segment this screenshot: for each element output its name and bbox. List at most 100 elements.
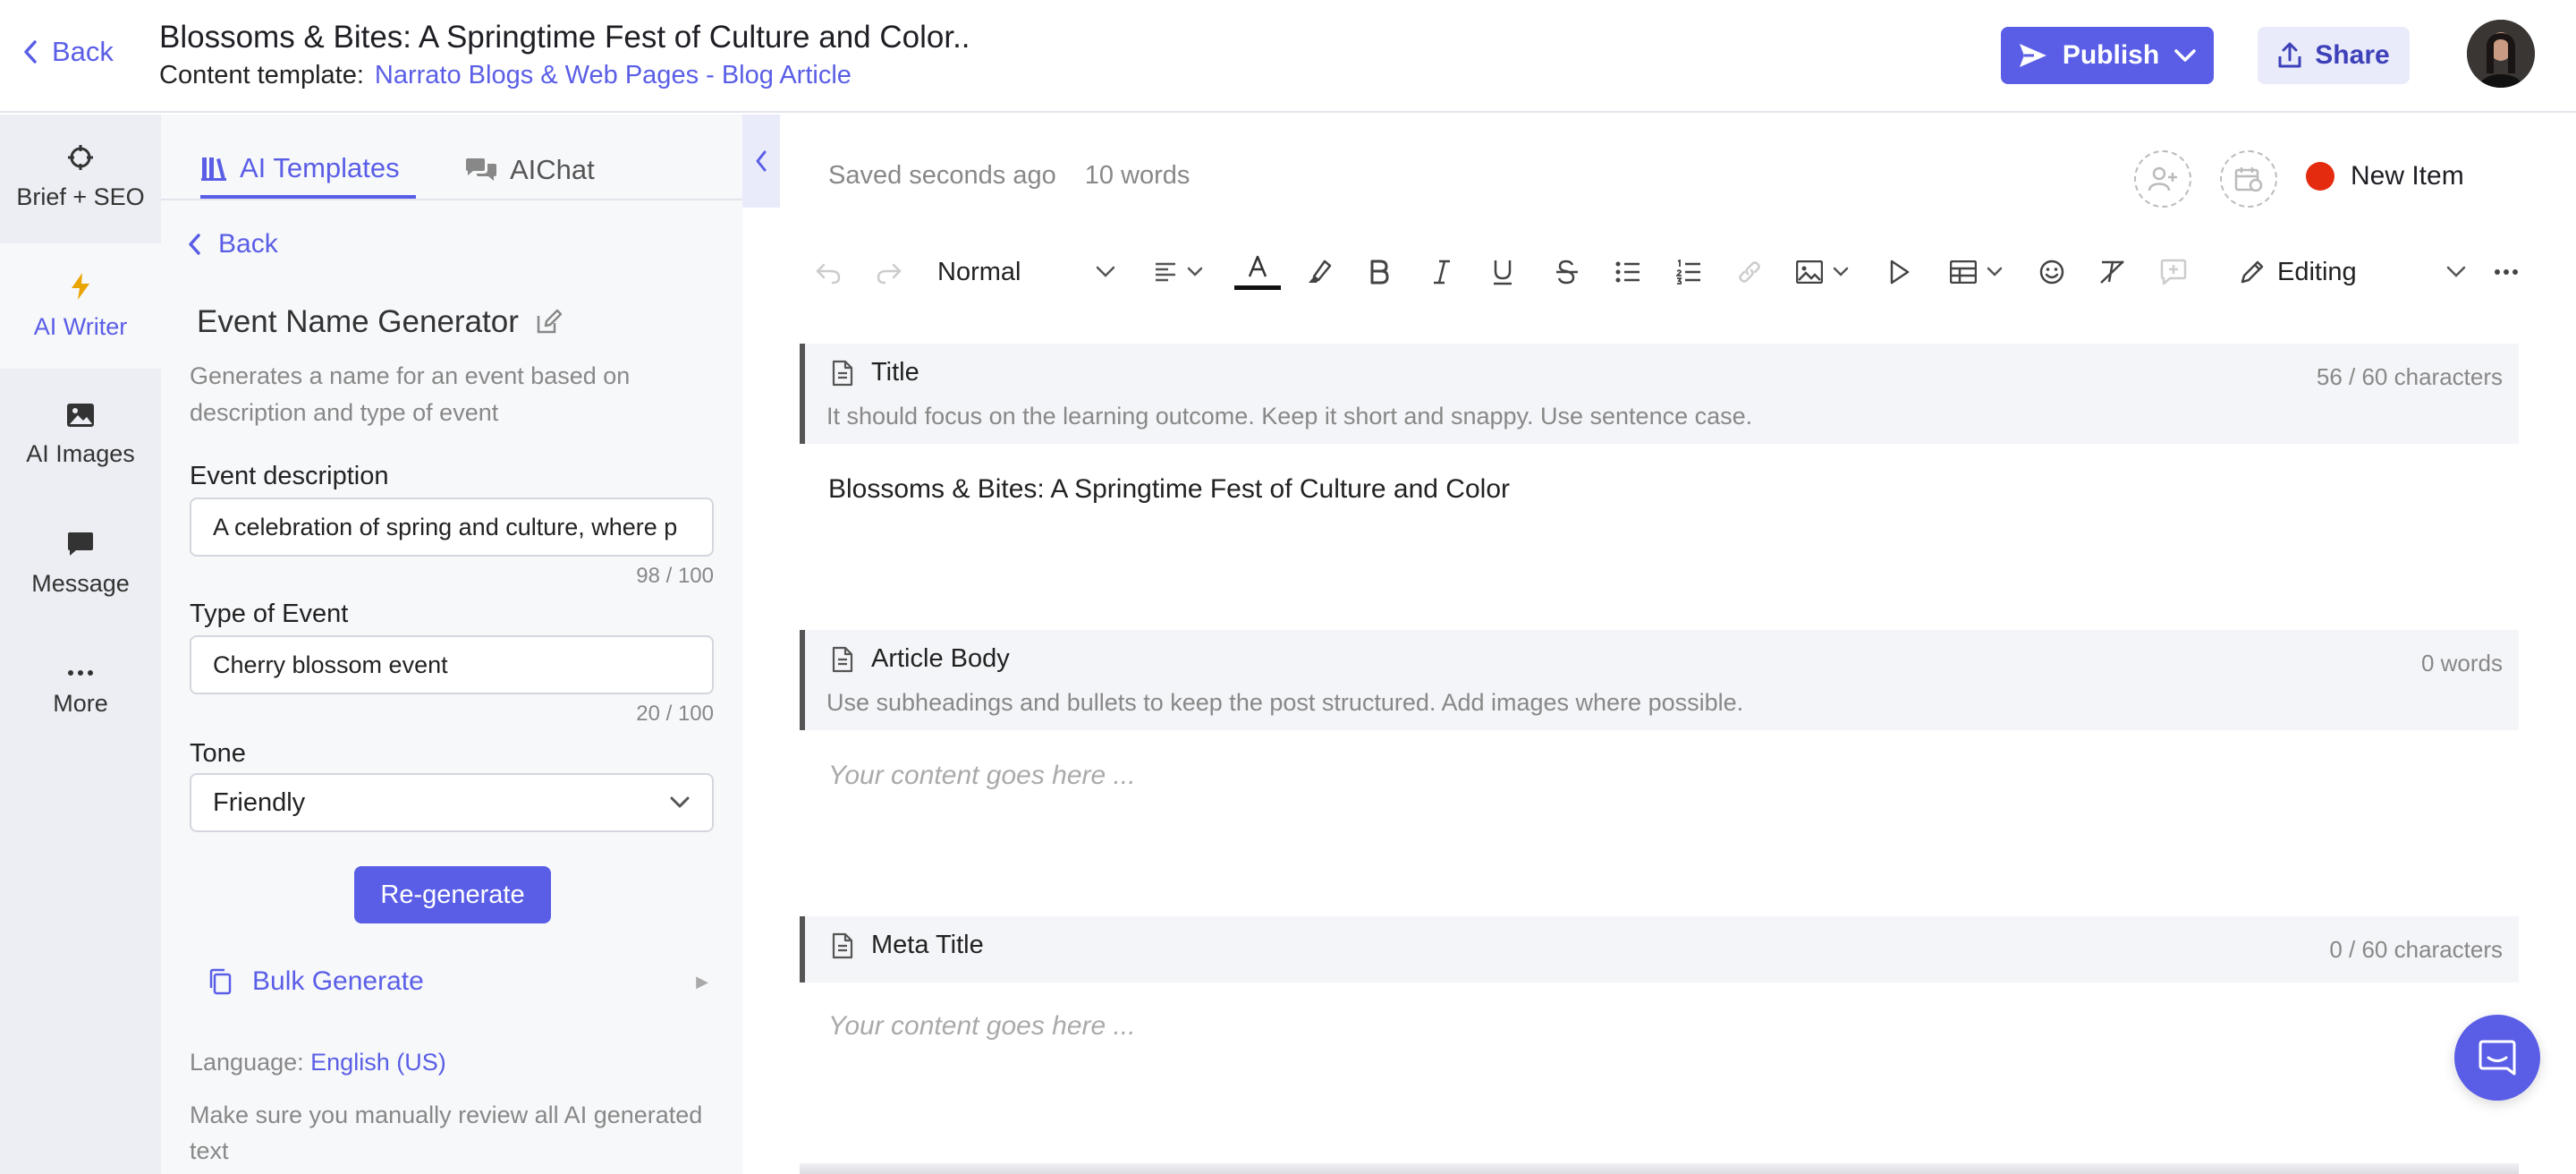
calendar-icon	[2234, 167, 2263, 192]
status-new-item[interactable]: New Item	[2306, 161, 2464, 191]
highlighter-icon	[1309, 259, 1332, 283]
bolt-icon	[72, 272, 89, 300]
bullet-list-icon	[1615, 261, 1640, 283]
section-counter: 0 / 60 characters	[2329, 936, 2503, 963]
image-icon	[67, 403, 94, 427]
section-title-label: Title	[832, 358, 919, 387]
event-description-input[interactable]: A celebration of spring and culture, whe…	[190, 498, 714, 557]
status-label: New Item	[2351, 161, 2464, 191]
add-assignee-button[interactable]	[2134, 150, 2191, 208]
back-label: Back	[52, 36, 114, 67]
avatar-image	[2467, 20, 2535, 88]
nav-item-message[interactable]: Message	[0, 501, 161, 626]
send-icon	[2019, 44, 2046, 67]
more-icon	[2495, 269, 2518, 275]
paragraph-style-value: Normal	[937, 257, 1021, 286]
bullet-list-button[interactable]	[1603, 240, 1653, 304]
document-icon	[832, 932, 853, 958]
insert-image-button[interactable]	[1787, 240, 1859, 304]
underline-icon	[1494, 260, 1512, 285]
chat-icon	[466, 158, 496, 181]
tab-label: AI Templates	[240, 152, 400, 183]
insert-table-button[interactable]	[1941, 240, 2012, 304]
next-section-edge	[800, 1163, 2519, 1174]
section-name: Meta Title	[871, 931, 984, 959]
publish-button[interactable]: Publish	[2001, 27, 2214, 84]
redo-icon	[877, 263, 902, 285]
user-avatar[interactable]	[2467, 20, 2535, 88]
nav-item-label: Message	[31, 569, 130, 597]
meta-title-placeholder[interactable]: Your content goes here ...	[828, 1011, 1136, 1042]
add-comment-button[interactable]	[2148, 240, 2199, 304]
document-title: Blossoms & Bites: A Springtime Fest of C…	[159, 20, 970, 55]
chevron-left-icon	[189, 234, 200, 255]
tab-divider	[161, 199, 742, 200]
embed-video-button[interactable]	[1875, 240, 1925, 304]
tone-value: Friendly	[213, 787, 306, 817]
schedule-button[interactable]	[2220, 150, 2277, 208]
underline-button[interactable]	[1478, 240, 1528, 304]
language-value[interactable]: English (US)	[310, 1049, 446, 1076]
more-options-button[interactable]	[2488, 240, 2524, 304]
bold-icon	[1370, 259, 1389, 285]
italic-button[interactable]	[1417, 240, 1467, 304]
section-counter: 0 words	[2420, 650, 2503, 676]
section-name: Title	[871, 358, 919, 387]
content-template-label: Content template:	[159, 61, 364, 89]
copy-icon	[209, 968, 232, 995]
add-comment-icon	[2160, 259, 2187, 285]
redo-button[interactable]	[864, 240, 914, 304]
strikethrough-button[interactable]	[1542, 240, 1592, 304]
bold-button[interactable]	[1354, 240, 1404, 304]
edit-icon[interactable]	[535, 309, 562, 336]
link-icon	[1739, 261, 1760, 283]
section-title-label: Meta Title	[832, 931, 984, 960]
article-body-placeholder[interactable]: Your content goes here ...	[828, 761, 1136, 791]
support-chat-button[interactable]	[2454, 1015, 2540, 1101]
title-content[interactable]: Blossoms & Bites: A Springtime Fest of C…	[828, 474, 1510, 505]
section-hint: Use subheadings and bullets to keep the …	[826, 689, 1744, 716]
nav-item-more[interactable]: More	[0, 630, 161, 755]
paragraph-style-select[interactable]: Normal	[937, 240, 1125, 304]
editing-mode-select[interactable]: Editing	[2240, 240, 2472, 304]
header: Back Blossoms & Bites: A Springtime Fest…	[0, 0, 2576, 113]
regenerate-button[interactable]: Re-generate	[354, 866, 551, 923]
document-icon	[832, 646, 853, 672]
tab-aichat[interactable]: AIChat	[465, 141, 595, 199]
font-color-icon	[1248, 255, 1267, 276]
type-of-event-input[interactable]: Cherry blossom event	[190, 635, 714, 694]
nav-item-ai-writer[interactable]: AI Writer	[0, 243, 161, 369]
tab-label: AIChat	[510, 154, 595, 185]
nav-item-brief-seo[interactable]: Brief + SEO	[0, 115, 161, 240]
align-button[interactable]	[1143, 240, 1215, 304]
nav-item-ai-images[interactable]: AI Images	[0, 372, 161, 498]
message-icon	[68, 532, 93, 556]
bulk-generate-button[interactable]: Bulk Generate ▶	[208, 966, 708, 997]
pencil-icon	[2241, 260, 2264, 284]
tone-select[interactable]: Friendly	[190, 773, 714, 832]
emoji-button[interactable]	[2027, 240, 2077, 304]
font-color-button[interactable]	[1231, 240, 1284, 304]
panel-back-button[interactable]: Back	[186, 229, 278, 259]
link-button[interactable]	[1724, 240, 1775, 304]
highlight-button[interactable]	[1293, 240, 1343, 304]
undo-button[interactable]	[803, 240, 853, 304]
panel-back-label: Back	[218, 229, 278, 259]
section-header: Title It should focus on the learning ou…	[800, 344, 2519, 444]
clear-format-icon	[2100, 260, 2124, 284]
editor-status: Saved seconds ago 10 words	[828, 161, 1190, 191]
nav-item-label: More	[53, 689, 108, 717]
numbered-list-button[interactable]	[1664, 240, 1714, 304]
section-header: Article Body Use subheadings and bullets…	[800, 630, 2519, 730]
share-button[interactable]: Share	[2258, 27, 2410, 84]
tab-ai-templates[interactable]: AI Templates	[200, 141, 416, 199]
back-button[interactable]: Back	[21, 36, 114, 68]
section-title: Title It should focus on the learning ou…	[800, 344, 2519, 523]
status-dot	[2306, 162, 2334, 191]
align-left-icon	[1156, 262, 1175, 282]
word-count: 10 words	[1084, 161, 1191, 190]
italic-icon	[1434, 259, 1450, 285]
collapse-panel-button[interactable]	[742, 115, 780, 208]
content-template-link[interactable]: Narrato Blogs & Web Pages - Blog Article	[375, 61, 852, 89]
clear-format-button[interactable]	[2088, 240, 2138, 304]
